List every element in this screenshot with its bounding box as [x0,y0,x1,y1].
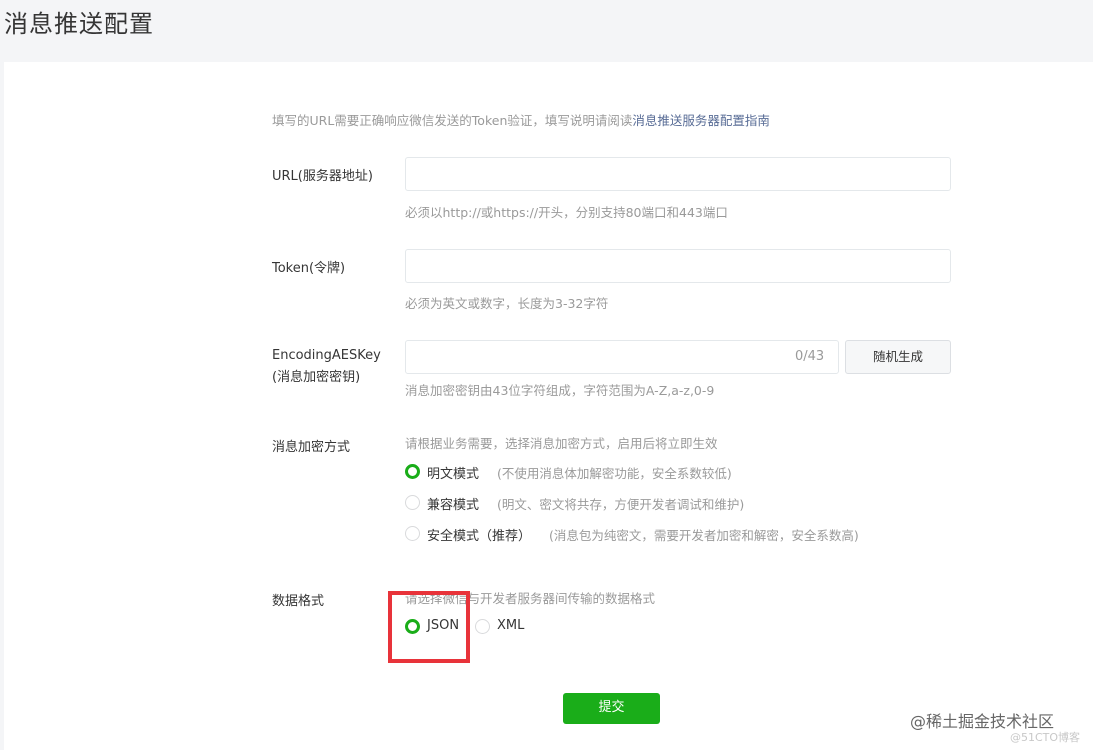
aeskey-hint: 消息加密密钥由43位字符组成，字符范围为A-Z,a-z,0-9 [405,383,715,398]
encryption-label: 消息加密方式 [272,440,351,455]
option-compatible-label[interactable]: 兼容模式 [427,494,479,513]
option-secure-desc: (消息包为纯密文，需要开发者加密和解密，安全系数高) [549,528,859,543]
option-plaintext-desc: (不使用消息体加解密功能，安全系数较低) [497,466,732,481]
aeskey-counter: 0/43 [795,349,825,364]
aeskey-label: EncodingAESKey (消息加密密钥) [272,345,381,389]
generate-key-button[interactable]: 随机生成 [845,340,951,374]
url-label: URL(服务器地址) [272,169,373,184]
aeskey-input[interactable] [405,340,839,374]
aeskey-label-line1: EncodingAESKey [272,348,381,363]
radio-plaintext[interactable] [405,464,420,479]
radio-compatible[interactable] [405,495,420,510]
guide-link[interactable]: 消息推送服务器配置指南 [632,113,770,128]
option-xml-label[interactable]: XML [497,618,524,633]
url-input[interactable] [405,157,951,191]
token-hint: 必须为英文或数字，长度为3-32字符 [405,296,609,311]
data-format-label: 数据格式 [272,594,325,609]
intro-text: 填写的URL需要正确响应微信发送的Token验证，填写说明请阅读消息推送服务器配… [272,110,770,129]
highlight-box [388,591,470,663]
radio-secure[interactable] [405,526,420,541]
aeskey-label-line2: (消息加密密钥) [272,370,361,385]
token-input[interactable] [405,249,951,283]
url-hint: 必须以http://或https://开头，分别支持80端口和443端口 [405,205,728,220]
page-title: 消息推送配置 [4,10,154,38]
submit-button[interactable]: 提交 [563,693,660,724]
watermark-51cto: @51CTO博客 [1010,731,1081,744]
option-plaintext-label[interactable]: 明文模式 [427,463,479,482]
encryption-hint: 请根据业务需要，选择消息加密方式，启用后将立即生效 [405,436,718,451]
token-label: Token(令牌) [272,261,346,276]
option-compatible-desc: (明文、密文将共存，方便开发者调试和维护) [497,497,745,512]
radio-xml[interactable] [475,619,490,634]
intro-description: 填写的URL需要正确响应微信发送的Token验证，填写说明请阅读 [272,113,633,128]
option-secure-label[interactable]: 安全模式（推荐） [427,525,531,544]
